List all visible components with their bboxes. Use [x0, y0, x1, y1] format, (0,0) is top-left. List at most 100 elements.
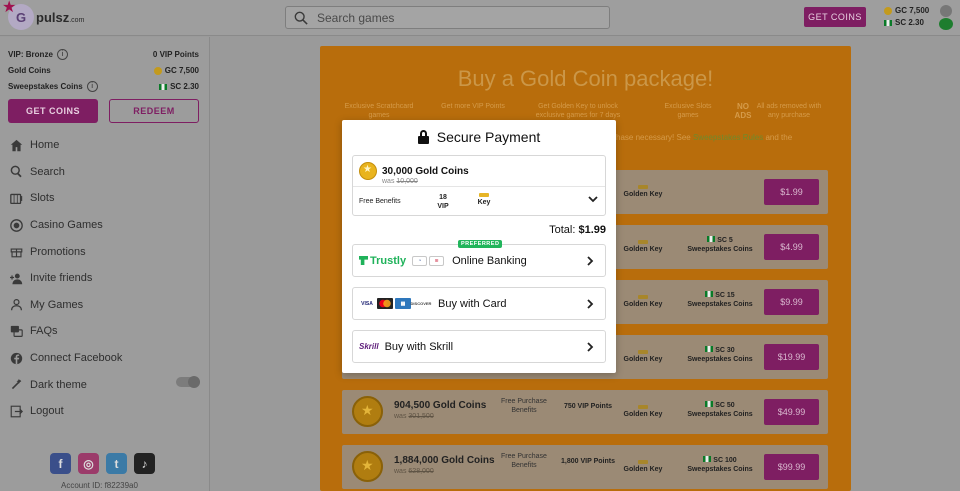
search-input[interactable]: Search games: [285, 6, 610, 29]
total-value: $1.99: [578, 224, 606, 236]
sidebar-item-invite-friends[interactable]: Invite friends: [0, 265, 210, 292]
sweep-value: SC 2.30: [170, 82, 199, 91]
twitter-icon[interactable]: t: [106, 453, 127, 474]
chevron-right-icon: [587, 342, 594, 352]
vip-points: 0 VIP Points: [152, 50, 199, 59]
skrill-logo: Skrill: [359, 342, 379, 351]
secure-payment-modal: Secure Payment 30,000 Gold Coins was 10,…: [342, 120, 616, 373]
feature-slots: Exclusive Slots games: [664, 103, 712, 119]
logout-icon: [10, 405, 23, 418]
gold-coins-value: GC 7,500: [164, 66, 199, 75]
balance-summary[interactable]: GC 7,500 SC 2.30: [884, 5, 929, 29]
package-row: 904,500 Gold Coins was 301,500 Free Purc…: [342, 390, 828, 434]
redeem-button[interactable]: REDEEM: [109, 99, 199, 123]
preferred-badge: PREFERRED: [458, 240, 503, 248]
home-icon: [10, 139, 23, 151]
modal-title: Secure Payment: [342, 129, 616, 145]
vip-label: VIP: Bronze: [8, 50, 53, 59]
feature-no-ads: All ads removed with any purchase: [756, 103, 822, 119]
avatar[interactable]: [938, 5, 954, 31]
free-benefits-label: Free Benefits: [359, 198, 401, 205]
sc-balance: SC 2.30: [895, 18, 924, 27]
order-summary: 30,000 Gold Coins was 10,000 Free Benefi…: [352, 155, 606, 216]
dark-theme-icon: [11, 378, 22, 390]
sweep-row: Sweepstakes Coins i SC 2.30: [8, 81, 199, 92]
search-icon: [10, 166, 22, 178]
sweep-label: Sweepstakes Coins: [8, 82, 83, 91]
vip-benefit: 18 VIP: [437, 194, 449, 210]
key-benefit: Key: [469, 191, 499, 206]
bank-logo-icon: ◔: [412, 255, 428, 266]
gold-coin-icon: [352, 396, 383, 427]
gold-coin-icon: [352, 451, 383, 482]
get-coins-button[interactable]: GET COINS: [804, 7, 866, 27]
sidebar-item-my-games[interactable]: My Games: [0, 292, 210, 319]
price-button[interactable]: $99.99: [764, 454, 819, 480]
sidebar-item-search[interactable]: Search: [0, 159, 210, 186]
search-placeholder: Search games: [317, 10, 395, 25]
info-icon[interactable]: i: [56, 49, 68, 60]
casino-chip-icon: [10, 218, 23, 232]
facebook-icon: [10, 352, 23, 364]
star-icon: ★: [2, 0, 17, 16]
gold-coin-icon: [884, 7, 892, 15]
sidebar-get-coins-button[interactable]: GET COINS: [8, 99, 98, 123]
account-id: Account ID: f82239a0: [61, 481, 138, 490]
chevron-right-icon: [587, 256, 594, 266]
sweepstakes-rules-link[interactable]: Sweepstakes Rules: [693, 133, 763, 142]
sidebar-item-promotions[interactable]: Promotions: [0, 238, 210, 265]
facebook-icon[interactable]: f: [50, 453, 71, 474]
price-button[interactable]: $49.99: [764, 399, 819, 425]
bank-logos: ◔ ≋: [412, 255, 445, 266]
visa-icon: VISA: [361, 300, 373, 307]
card-option[interactable]: VISA ▦ DISCOVER Buy with Card: [352, 287, 606, 320]
price-button[interactable]: $19.99: [764, 344, 819, 370]
online-banking-label: Online Banking: [452, 254, 527, 267]
gift-icon: [10, 248, 23, 258]
lock-icon: [417, 130, 429, 144]
mastercard-icon: [377, 298, 393, 309]
sweep-coin-icon: [884, 20, 892, 26]
logo-text: pulsz.com: [36, 9, 85, 25]
card-label: Buy with Card: [438, 297, 507, 310]
tiktok-icon[interactable]: ♪: [134, 453, 155, 474]
sidebar-item-logout[interactable]: Logout: [0, 398, 210, 425]
instagram-icon[interactable]: ◎: [78, 453, 99, 474]
sidebar-item-slots[interactable]: Slots: [0, 185, 210, 212]
dark-theme-toggle[interactable]: [176, 376, 200, 388]
gold-coin-icon: [359, 162, 377, 180]
chevron-down-icon[interactable]: [587, 193, 599, 205]
slots-icon: [10, 193, 23, 205]
price-button[interactable]: $1.99: [764, 179, 819, 205]
sidebar-item-home[interactable]: Home: [0, 132, 210, 159]
skrill-option[interactable]: Skrill Buy with Skrill: [352, 330, 606, 363]
sidebar-item-connect-facebook[interactable]: Connect Facebook: [0, 345, 210, 372]
gc-balance: GC 7,500: [895, 6, 930, 15]
price-button[interactable]: $4.99: [764, 234, 819, 260]
top-bar: ★ G pulsz.com Search games GET COINS GC …: [0, 0, 960, 36]
vip-row: VIP: Bronze i 0 VIP Points: [8, 49, 199, 60]
skrill-label: Buy with Skrill: [384, 340, 454, 353]
logo[interactable]: ★ G pulsz.com: [2, 0, 85, 30]
sidebar-item-faqs[interactable]: FAQs: [0, 318, 210, 345]
faq-icon: [10, 325, 23, 337]
feature-vip-points: Get more VIP Points: [441, 103, 505, 110]
key-icon: Key: [477, 199, 491, 206]
sidebar: VIP: Bronze i 0 VIP Points Gold Coins GC …: [0, 37, 210, 491]
info-icon[interactable]: i: [86, 81, 98, 92]
online-banking-option[interactable]: PREFERRED Trustly ◔ ≋ Online Banking: [352, 240, 606, 277]
trustly-logo: Trustly: [359, 255, 406, 267]
rules-note: hase necessary! See Sweepstakes Rules an…: [616, 133, 793, 142]
package-name: 30,000 Gold Coins: [382, 166, 469, 177]
feature-golden-key: Get Golden Key to unlock exclusive games…: [535, 103, 621, 119]
price-button[interactable]: $9.99: [764, 289, 819, 315]
feature-scratchcards: Exclusive Scratchcard games: [344, 103, 414, 119]
amex-icon: ▦: [395, 298, 411, 309]
gold-coins-row: Gold Coins GC 7,500: [8, 66, 199, 75]
user-icon: [11, 299, 22, 311]
total: Total: $1.99: [549, 224, 606, 236]
search-icon: [294, 11, 308, 25]
chevron-right-icon: [587, 299, 594, 309]
sidebar-item-casino-games[interactable]: Casino Games: [0, 212, 210, 239]
page-title: Buy a Gold Coin package!: [457, 66, 714, 91]
